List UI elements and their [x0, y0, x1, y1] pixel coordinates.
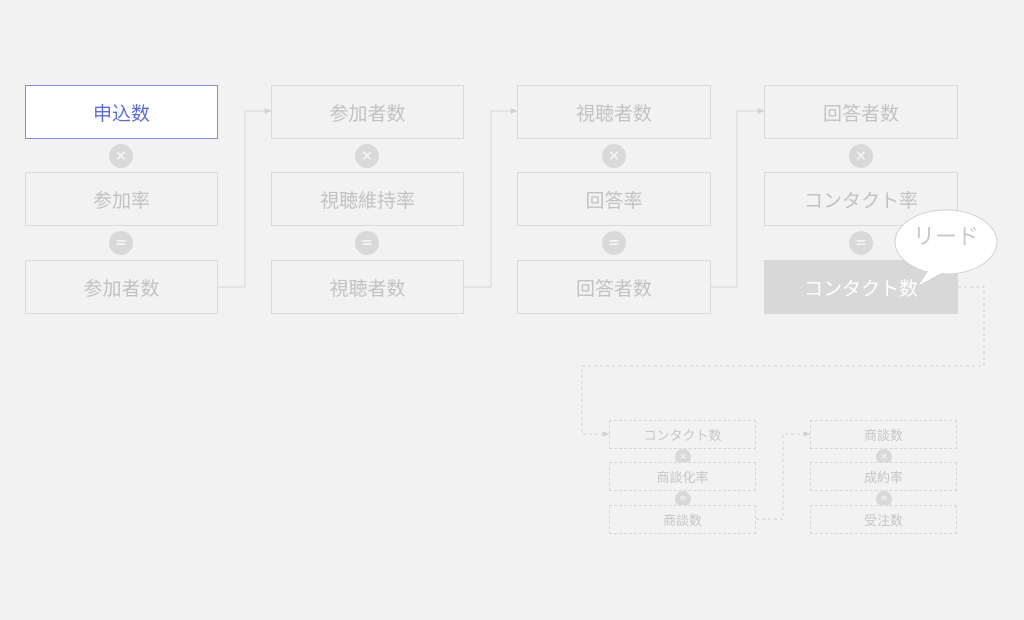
times-icon: × [602, 144, 626, 168]
participant-count-input-box[interactable]: 参加者数 [271, 85, 464, 139]
viewer-count-box[interactable]: 視聴者数 [271, 260, 464, 314]
deal-count-box[interactable]: 商談数 [609, 505, 756, 534]
times-icon: × [355, 144, 379, 168]
lead-callout: リード [893, 207, 999, 291]
answer-rate-box[interactable]: 回答率 [517, 172, 711, 226]
equals-icon: = [849, 231, 873, 255]
order-count-box[interactable]: 受注数 [810, 505, 957, 534]
view-retention-rate-box[interactable]: 視聴維持率 [271, 172, 464, 226]
respondent-count-input-box[interactable]: 回答者数 [764, 85, 958, 139]
lead-label: リード [912, 225, 979, 250]
equals-icon: = [355, 231, 379, 255]
deal-conversion-rate-box[interactable]: 商談化率 [609, 462, 756, 491]
participant-count-box[interactable]: 参加者数 [25, 260, 218, 314]
connector-sales1-sales2 [756, 431, 811, 520]
times-icon: × [849, 144, 873, 168]
connector-col1-col2 [218, 108, 272, 288]
equals-icon: = [602, 231, 626, 255]
viewer-count-input-box[interactable]: 視聴者数 [517, 85, 711, 139]
respondent-count-box[interactable]: 回答者数 [517, 260, 711, 314]
sales-contact-count-box[interactable]: コンタクト数 [609, 420, 756, 449]
connector-col3-col4 [711, 108, 765, 288]
connector-col2-col3 [464, 108, 518, 288]
times-icon: × [109, 144, 133, 168]
deal-count-input-box[interactable]: 商談数 [810, 420, 957, 449]
apply-count-box[interactable]: 申込数 [25, 85, 218, 139]
close-rate-box[interactable]: 成約率 [810, 462, 957, 491]
equals-icon: = [109, 231, 133, 255]
participation-rate-box[interactable]: 参加率 [25, 172, 218, 226]
